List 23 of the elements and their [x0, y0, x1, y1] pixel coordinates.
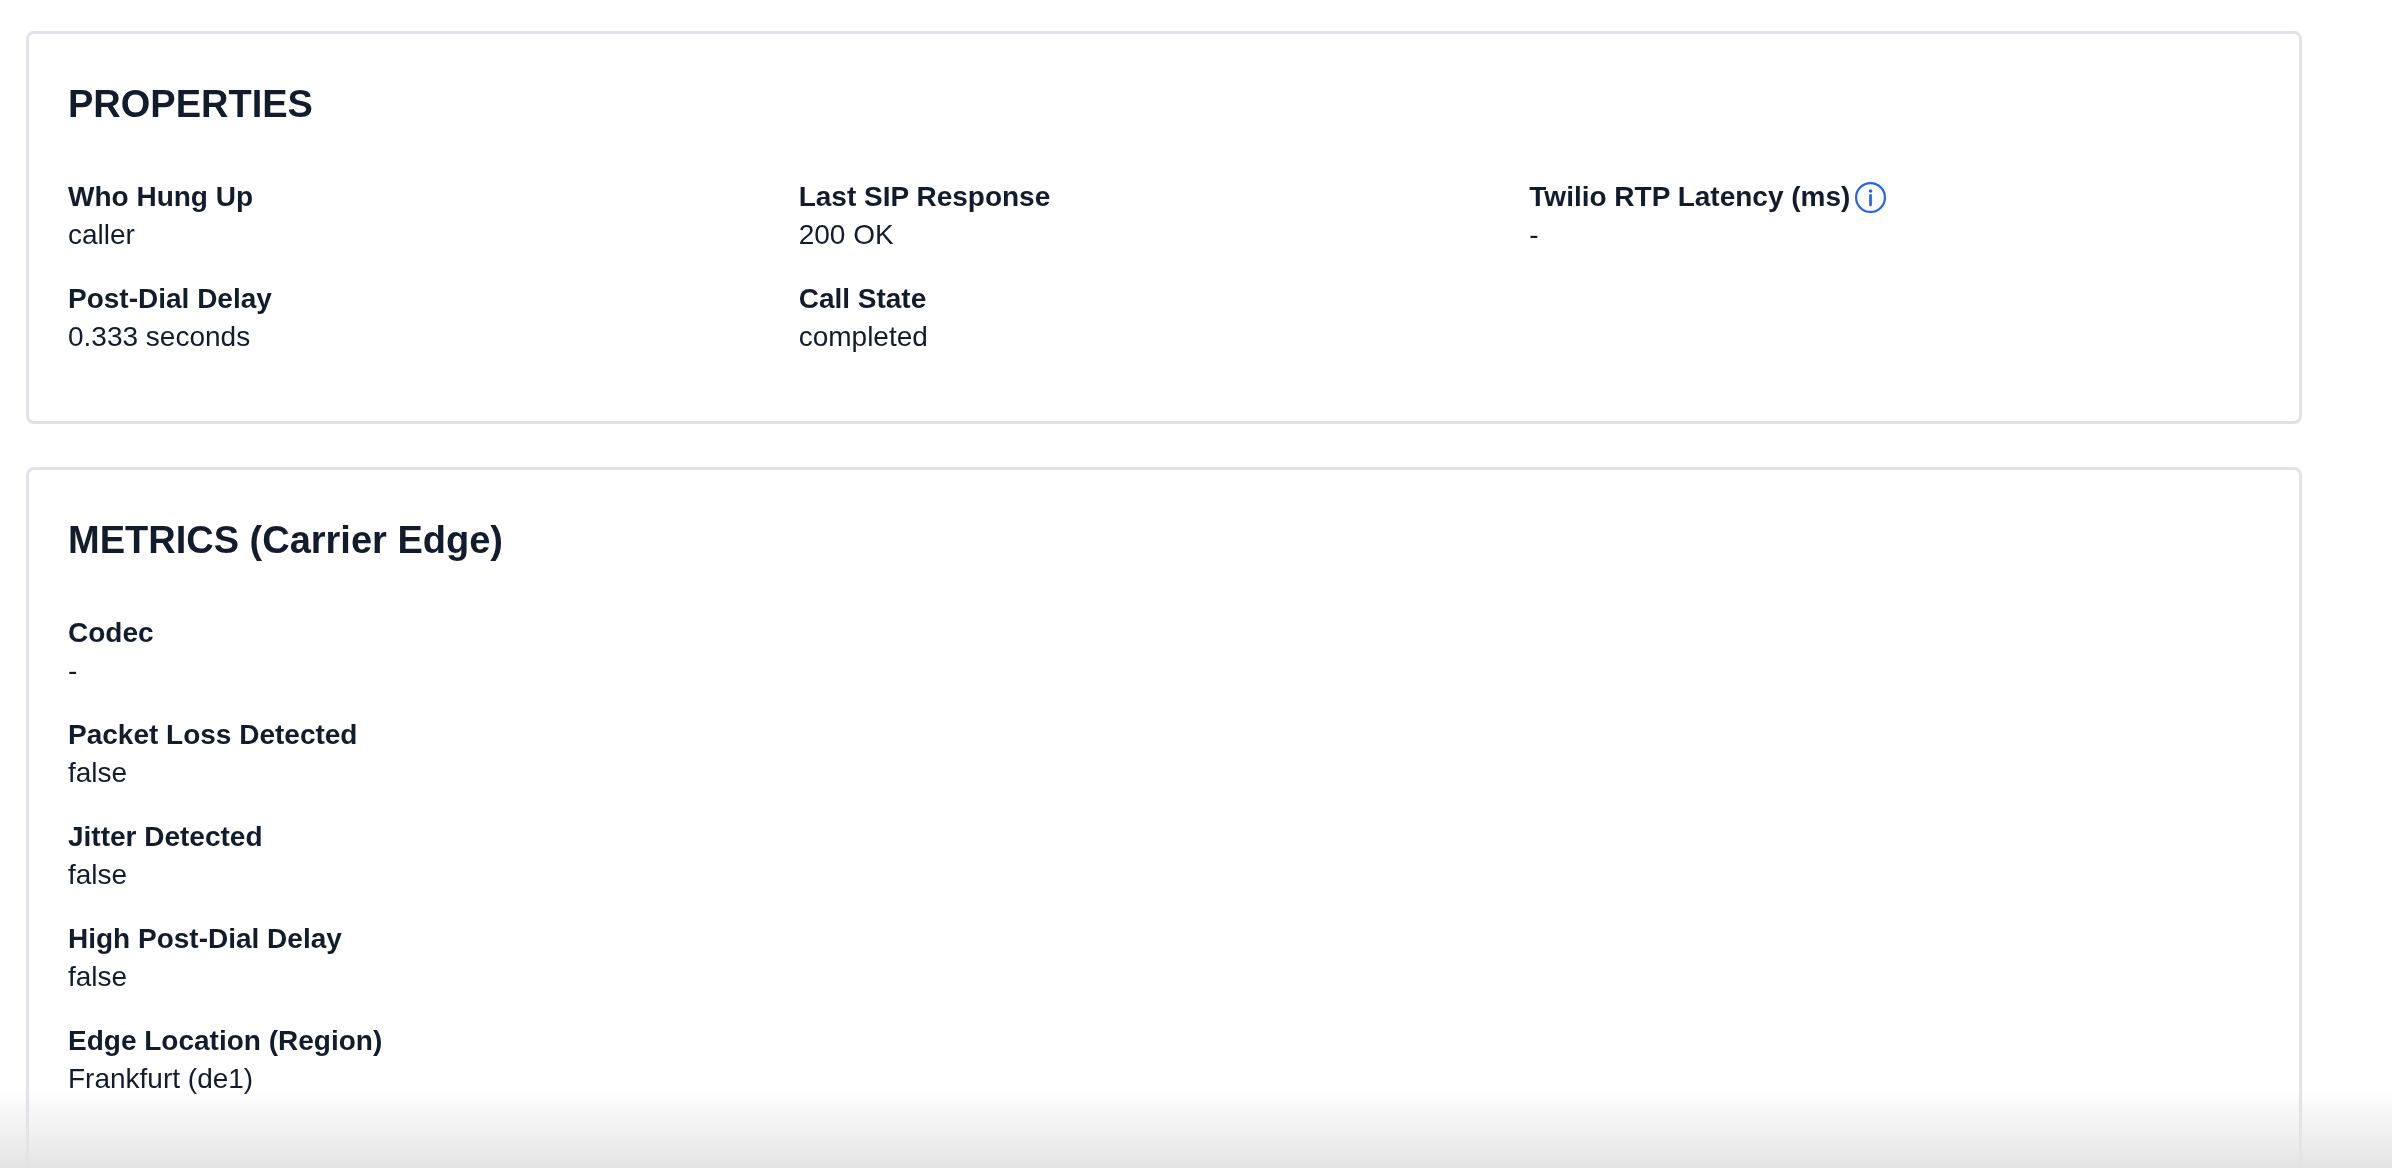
property-label: Twilio RTP Latency (ms) — [1529, 180, 1851, 214]
property-value: false — [68, 756, 128, 790]
property-label: Last SIP Response — [798, 180, 1051, 214]
section-title: PROPERTIES — [68, 82, 313, 127]
property-label: Jitter Detected — [68, 820, 263, 854]
property-label: Who Hung Up — [68, 180, 254, 214]
property-value: false — [68, 858, 128, 892]
property-value: caller — [68, 218, 135, 252]
property-label: Packet Loss Detected — [68, 718, 358, 752]
property-label: High Post-Dial Delay — [68, 922, 342, 956]
section-title: METRICS (Carrier Edge) — [68, 518, 503, 563]
property-value: - — [1529, 218, 1539, 252]
property-value: false — [68, 960, 128, 994]
info-icon[interactable] — [1854, 180, 1888, 214]
property-label: Call State — [798, 282, 927, 316]
property-value: completed — [798, 320, 928, 354]
property-value: 0.333 seconds — [68, 320, 251, 354]
property-label: Post-Dial Delay — [68, 282, 272, 316]
property-value: Frankfurt (de1) — [68, 1062, 254, 1096]
property-value: 200 OK — [798, 218, 894, 252]
property-label: Edge Location (Region) — [68, 1024, 383, 1058]
property-label: Codec — [68, 616, 154, 650]
property-value: - — [68, 654, 78, 688]
